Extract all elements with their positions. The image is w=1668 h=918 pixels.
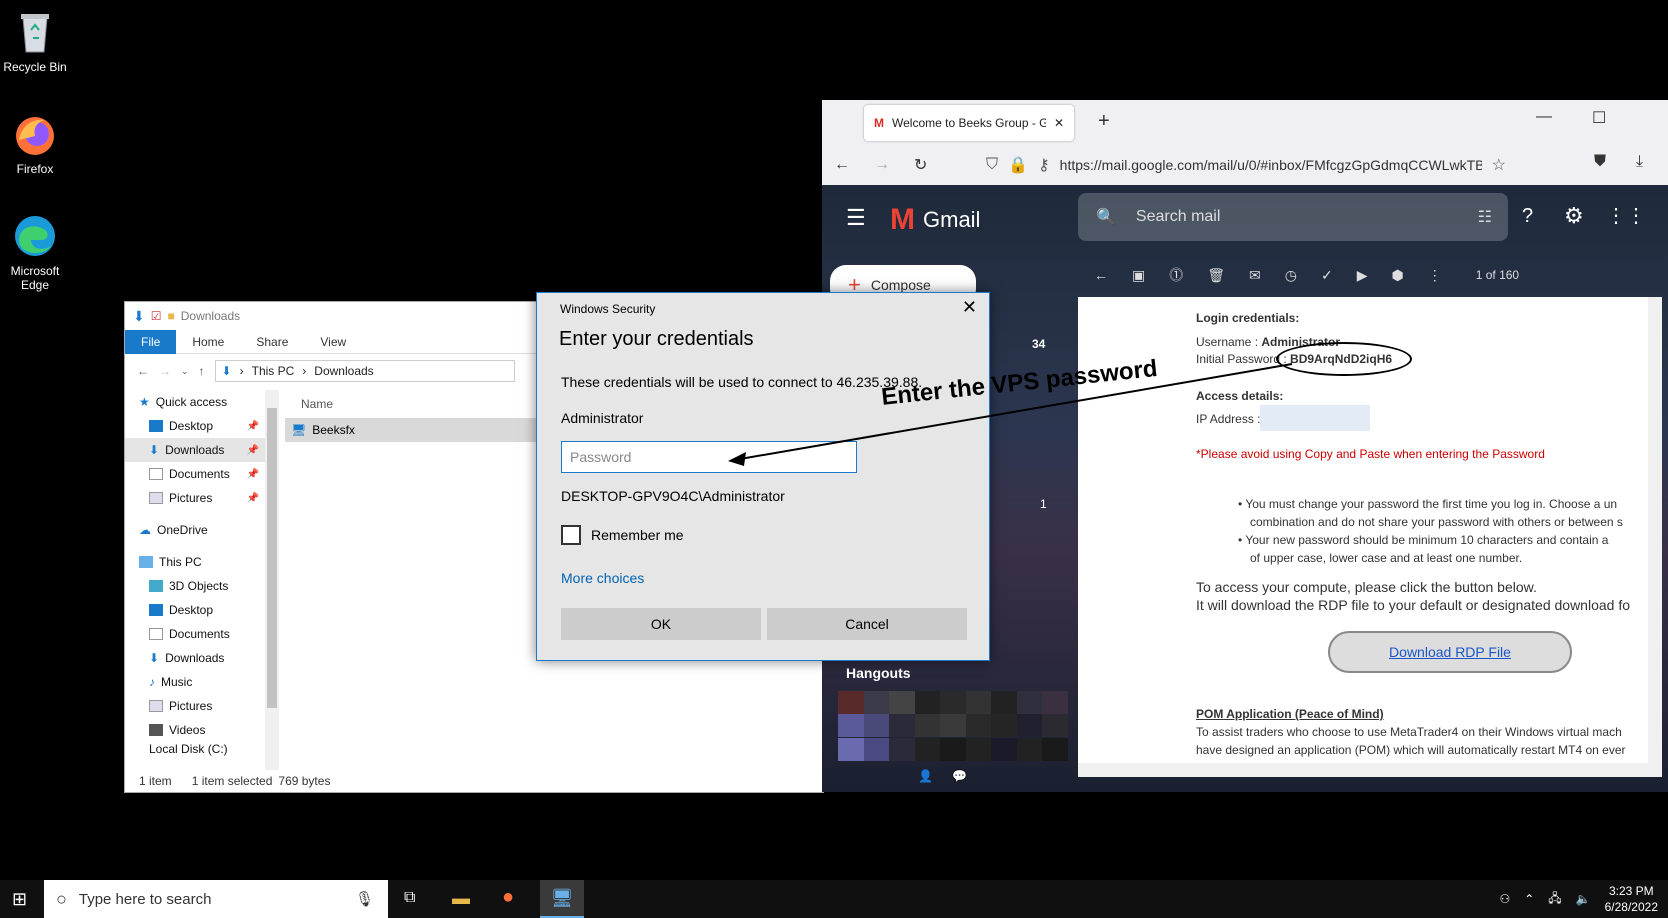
taskbar-firefox-icon[interactable]: ●: [502, 886, 514, 909]
clock-time: 3:23 PM: [1608, 884, 1654, 898]
taskbar-rdp-icon[interactable]: 🖥: [540, 880, 584, 918]
people-icon[interactable]: ⚇: [1499, 892, 1510, 906]
taskbar-explorer-icon[interactable]: ▬: [452, 888, 470, 909]
taskbar-search-placeholder: Type here to search: [78, 890, 212, 908]
taskbar: ⊞ ○ Type here to search 🎙 ⧉ ▬ ● 🖥 ⚇ ⌃ 🖧 …: [0, 880, 1668, 918]
clock-date: 6/28/2022: [1604, 900, 1658, 914]
search-circle-icon: ○: [56, 888, 67, 909]
task-view-icon[interactable]: ⧉: [404, 889, 415, 907]
chevron-up-icon[interactable]: ⌃: [1524, 892, 1534, 906]
taskbar-search-box[interactable]: ○ Type here to search 🎙: [44, 880, 388, 918]
network-icon[interactable]: 🖧: [1548, 889, 1561, 910]
volume-icon[interactable]: 🔈: [1576, 892, 1591, 906]
clock[interactable]: 3:23 PM 6/28/2022: [1605, 883, 1658, 915]
windows-start-icon[interactable]: ⊞: [12, 889, 27, 910]
microphone-icon[interactable]: 🎙: [355, 890, 374, 908]
system-tray: ⚇ ⌃ 🖧 🔈 3:23 PM 6/28/2022: [1499, 880, 1658, 918]
annotation-arrow: [728, 363, 1293, 466]
